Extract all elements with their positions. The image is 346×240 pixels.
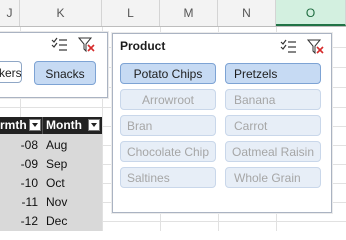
- table-row[interactable]: -12 Dec: [0, 212, 102, 230]
- header-label: rmth: [0, 118, 27, 132]
- column-header-k[interactable]: K: [20, 0, 102, 26]
- table-cell[interactable]: Oct: [46, 174, 65, 192]
- slicer-item-whole-grain[interactable]: Whole Grain: [225, 167, 321, 188]
- table-body: -08 Aug -09 Sep -10 Oct -11 Nov -12 Dec: [0, 134, 102, 231]
- table-row[interactable]: -08 Aug: [0, 136, 102, 154]
- slicer-item-banana[interactable]: Banana: [225, 89, 321, 110]
- table-cell[interactable]: -12: [0, 212, 40, 230]
- column-header-m[interactable]: M: [160, 0, 218, 26]
- slicer-item-partial[interactable]: kers: [0, 61, 22, 83]
- slicer-item-potato-chips[interactable]: Potato Chips: [120, 63, 216, 84]
- clear-filter-icon[interactable]: [77, 37, 96, 53]
- slicer-item-oatmeal-raisin[interactable]: Oatmeal Raisin: [225, 141, 321, 162]
- category-slicer[interactable]: kers Snacks: [0, 32, 108, 98]
- multi-select-icon[interactable]: [51, 37, 69, 53]
- slicer-item-chocolate-chip[interactable]: Chocolate Chip: [120, 141, 216, 162]
- table-cell[interactable]: Nov: [46, 193, 67, 211]
- column-header-j[interactable]: J: [0, 0, 20, 26]
- filter-dropdown-icon[interactable]: [29, 119, 41, 131]
- table-row[interactable]: -11 Nov: [0, 193, 102, 211]
- table-row[interactable]: -09 Sep: [0, 155, 102, 173]
- column-header-l[interactable]: L: [102, 0, 160, 26]
- table-header-rmth[interactable]: rmth: [0, 117, 42, 134]
- column-header-strip: J K L M N O: [0, 0, 346, 27]
- header-label: Month: [46, 118, 82, 132]
- table-cell[interactable]: -09: [0, 155, 40, 173]
- table-header-month[interactable]: Month: [42, 117, 102, 134]
- column-header-o[interactable]: O: [276, 0, 346, 26]
- table-cell[interactable]: Dec: [46, 212, 67, 230]
- multi-select-icon[interactable]: [280, 39, 298, 55]
- table-cell[interactable]: -10: [0, 174, 40, 192]
- slicer-item-bran[interactable]: Bran: [120, 115, 216, 136]
- filter-dropdown-icon[interactable]: [88, 119, 100, 131]
- product-slicer[interactable]: Product Potato Chips Pretzels Arrowroot …: [112, 33, 332, 213]
- clear-filter-icon[interactable]: [306, 39, 325, 55]
- slicer-item-saltines[interactable]: Saltines: [120, 167, 216, 188]
- table-cell[interactable]: Aug: [46, 136, 67, 154]
- slicer-title: Product: [120, 39, 166, 53]
- slicer-item-pretzels[interactable]: Pretzels: [225, 63, 321, 84]
- slicer-item-arrowroot[interactable]: Arrowroot: [120, 89, 216, 110]
- slicer-item-snacks[interactable]: Snacks: [34, 61, 96, 85]
- column-header-n[interactable]: N: [218, 0, 276, 26]
- slicer-item-carrot[interactable]: Carrot: [225, 115, 321, 136]
- table-cell[interactable]: Sep: [46, 155, 67, 173]
- table-cell[interactable]: -11: [0, 193, 40, 211]
- table-cell[interactable]: -08: [0, 136, 40, 154]
- table-row[interactable]: -10 Oct: [0, 174, 102, 192]
